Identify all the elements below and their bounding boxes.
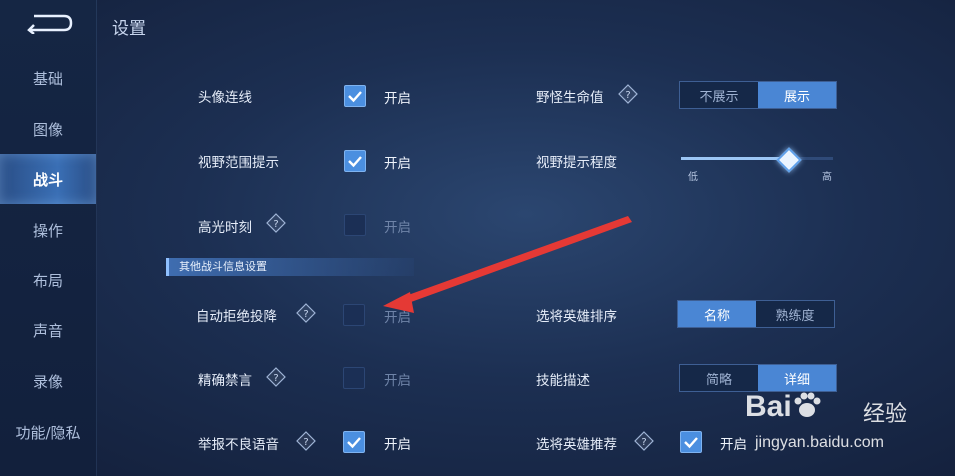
help-icon[interactable]: ? [266, 367, 286, 387]
highlight-moment-label: 高光时刻 [198, 220, 252, 236]
view-range-hint-state: 开启 [384, 156, 411, 172]
svg-text:?: ? [303, 437, 308, 448]
auto-refuse-surrender-state: 开启 [384, 310, 411, 326]
sidebar-item-graphics[interactable]: 图像 [0, 104, 96, 154]
slider-max-label: 高 [822, 172, 832, 183]
avatar-line-label: 头像连线 [198, 90, 252, 106]
precise-mute-checkbox[interactable] [343, 367, 365, 389]
view-range-hint-checkbox[interactable] [344, 150, 366, 172]
sidebar-item-privacy[interactable]: 功能/隐私 [0, 407, 96, 457]
avatar-line-state: 开启 [384, 91, 411, 107]
check-icon [348, 91, 362, 103]
skill-desc-option-brief[interactable]: 简略 [680, 365, 758, 391]
report-bad-voice-label: 举报不良语音 [198, 437, 279, 453]
slider-fill [681, 157, 788, 160]
sidebar-item-controls[interactable]: 操作 [0, 205, 96, 255]
slider-thumb[interactable] [776, 147, 802, 173]
monster-hp-option-hide[interactable]: 不展示 [680, 82, 758, 108]
highlight-moment-checkbox[interactable] [344, 214, 366, 236]
help-icon[interactable]: ? [266, 213, 286, 233]
svg-text:?: ? [641, 437, 646, 448]
check-icon [684, 437, 698, 449]
back-arrow-icon[interactable] [24, 12, 74, 34]
view-range-hint-label: 视野范围提示 [198, 155, 279, 171]
watermark-brand-cn: 经验 [863, 402, 908, 427]
section-header: 其他战斗信息设置 [166, 258, 414, 276]
help-icon[interactable]: ? [634, 431, 654, 451]
view-hint-level-slider[interactable] [681, 147, 833, 173]
help-icon[interactable]: ? [296, 303, 316, 323]
sidebar-item-sound[interactable]: 声音 [0, 305, 96, 355]
sidebar-item-replay[interactable]: 录像 [0, 356, 96, 406]
sidebar-item-basic[interactable]: 基础 [0, 53, 96, 103]
hero-sort-option-proficiency[interactable]: 熟练度 [756, 301, 834, 327]
precise-mute-label: 精确禁言 [198, 373, 252, 389]
sidebar-item-battle[interactable]: 战斗 [0, 154, 96, 204]
hero-sort-label: 选将英雄排序 [536, 309, 617, 325]
watermark-brand: Bai [745, 390, 822, 424]
monster-hp-option-show[interactable]: 展示 [758, 82, 836, 108]
report-bad-voice-state: 开启 [384, 437, 411, 453]
svg-text:?: ? [303, 309, 308, 320]
paw-icon [794, 392, 821, 417]
svg-text:?: ? [625, 90, 630, 101]
watermark: Bai 经验 jingyan.baidu.com [745, 390, 950, 470]
skill-desc-option-detailed[interactable]: 详细 [758, 365, 836, 391]
auto-refuse-surrender-label: 自动拒绝投降 [196, 309, 277, 325]
help-icon[interactable]: ? [618, 84, 638, 104]
hero-sort-segmented: 名称 熟练度 [677, 300, 835, 328]
check-icon [347, 437, 361, 449]
skill-desc-label: 技能描述 [536, 373, 590, 389]
page-title: 设置 [112, 19, 146, 39]
sidebar-item-layout[interactable]: 布局 [0, 255, 96, 305]
highlight-moment-state: 开启 [384, 220, 411, 236]
help-icon[interactable]: ? [296, 431, 316, 451]
skill-desc-segmented: 简略 详细 [679, 364, 837, 392]
svg-text:?: ? [273, 219, 278, 230]
svg-text:?: ? [273, 373, 278, 384]
view-hint-level-label: 视野提示程度 [536, 155, 617, 171]
hero-recommend-label: 选将英雄推荐 [536, 437, 617, 453]
hero-recommend-state: 开启 [720, 437, 747, 453]
avatar-line-checkbox[interactable] [344, 85, 366, 107]
monster-hp-segmented: 不展示 展示 [679, 81, 837, 109]
auto-refuse-surrender-checkbox[interactable] [343, 304, 365, 326]
watermark-url: jingyan.baidu.com [755, 434, 884, 451]
slider-min-label: 低 [688, 172, 698, 183]
precise-mute-state: 开启 [384, 373, 411, 389]
report-bad-voice-checkbox[interactable] [343, 431, 365, 453]
sidebar: 基础 图像 战斗 操作 布局 声音 录像 功能/隐私 [0, 0, 97, 476]
hero-recommend-checkbox[interactable] [680, 431, 702, 453]
monster-hp-label: 野怪生命值 [536, 90, 604, 106]
check-icon [348, 156, 362, 168]
hero-sort-option-name[interactable]: 名称 [678, 301, 756, 327]
